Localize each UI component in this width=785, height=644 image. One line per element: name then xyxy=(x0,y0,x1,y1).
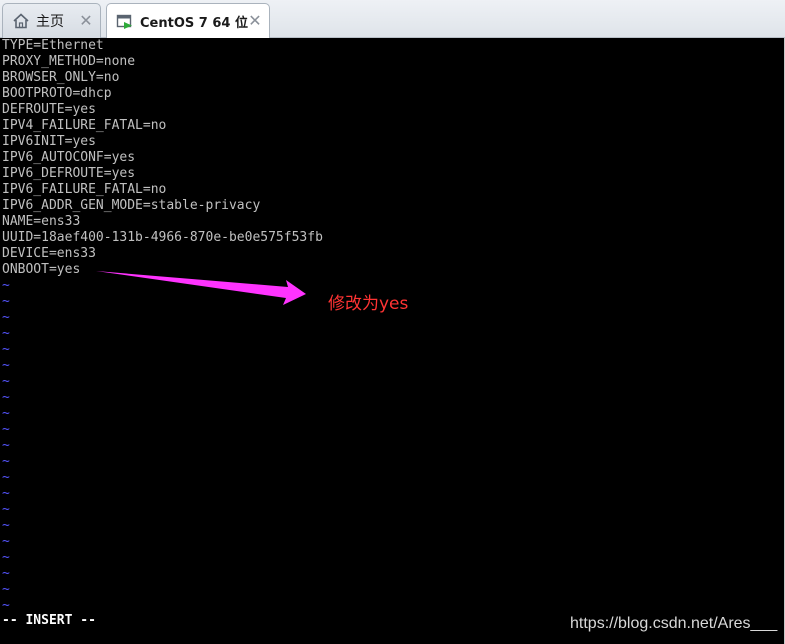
empty-line-marker: ~ xyxy=(2,518,10,533)
config-line: PROXY_METHOD=none xyxy=(2,54,136,69)
config-line: TYPE=Ethernet xyxy=(2,38,104,53)
empty-line-marker: ~ xyxy=(2,342,10,357)
config-line: BOOTPROTO=dhcp xyxy=(2,86,112,101)
config-line: DEVICE=ens33 xyxy=(2,246,96,261)
config-line: IPV6_DEFROUTE=yes xyxy=(2,166,136,181)
home-icon xyxy=(12,12,30,30)
tab-home[interactable]: 主页 ✕ xyxy=(2,3,101,38)
tab-bar: 主页 ✕ CentOS 7 64 位 ✕ xyxy=(0,0,785,39)
close-icon[interactable]: ✕ xyxy=(78,13,94,29)
empty-line-marker: ~ xyxy=(2,534,10,549)
empty-line-marker: ~ xyxy=(2,438,10,453)
empty-line-marker: ~ xyxy=(2,598,10,613)
empty-line-marker: ~ xyxy=(2,422,10,437)
empty-line-marker: ~ xyxy=(2,374,10,389)
empty-line-marker: ~ xyxy=(2,406,10,421)
config-line: DEFROUTE=yes xyxy=(2,102,96,117)
empty-line-marker: ~ xyxy=(2,486,10,501)
watermark: https://blog.csdn.net/Ares___ xyxy=(570,615,778,632)
config-line: BROWSER_ONLY=no xyxy=(2,70,120,85)
config-line: IPV6_AUTOCONF=yes xyxy=(2,150,136,165)
empty-line-marker: ~ xyxy=(2,502,10,517)
config-line: IPV6_FAILURE_FATAL=no xyxy=(2,182,167,197)
empty-line-marker: ~ xyxy=(2,358,10,373)
config-line-onboot: ONBOOT=yes xyxy=(2,262,81,277)
empty-line-marker: ~ xyxy=(2,278,10,293)
vi-terminal[interactable]: TYPE=Ethernet PROXY_METHOD=none BROWSER_… xyxy=(0,38,784,644)
vi-mode-status: -- INSERT -- xyxy=(2,613,96,628)
config-line: NAME=ens33 xyxy=(2,214,81,229)
empty-line-marker: ~ xyxy=(2,582,10,597)
config-line: IPV6_ADDR_GEN_MODE=stable-privacy xyxy=(2,198,261,213)
empty-line-marker: ~ xyxy=(2,390,10,405)
empty-line-marker: ~ xyxy=(2,550,10,565)
tab-vm-label: CentOS 7 64 位 xyxy=(140,16,248,31)
empty-line-marker: ~ xyxy=(2,470,10,485)
close-icon[interactable]: ✕ xyxy=(247,13,263,29)
config-line: UUID=18aef400-131b-4966-870e-be0e575f53f… xyxy=(2,230,323,245)
tab-centos-vm[interactable]: CentOS 7 64 位 ✕ xyxy=(106,3,270,39)
empty-line-marker: ~ xyxy=(2,294,10,309)
config-line: IPV6INIT=yes xyxy=(2,134,96,149)
empty-line-marker: ~ xyxy=(2,566,10,581)
vm-icon xyxy=(116,13,134,31)
config-line: IPV4_FAILURE_FATAL=no xyxy=(2,118,167,133)
empty-line-marker: ~ xyxy=(2,454,10,469)
tab-home-label: 主页 xyxy=(36,14,64,30)
annotation-label: 修改为yes xyxy=(328,294,409,314)
empty-line-marker: ~ xyxy=(2,310,10,325)
empty-line-marker: ~ xyxy=(2,326,10,341)
